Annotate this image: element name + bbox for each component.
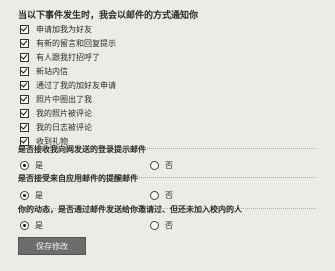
radio-yes[interactable]: 是	[20, 190, 43, 201]
notification-option-list: 申请加我为好友 有新的留言和回复提示 有人跟我打招呼了 新站内信 通过了我的加好…	[20, 22, 116, 148]
radio-group-login-email: 是 否	[18, 160, 318, 172]
option-label: 通过了我的加好友申请	[36, 80, 116, 90]
option-label: 有人跟我打招呼了	[36, 52, 100, 62]
checkbox[interactable]	[20, 38, 29, 48]
option-label: 照片中圈出了我	[36, 94, 92, 104]
radio-label: 否	[165, 191, 173, 200]
radio-button[interactable]	[20, 191, 29, 200]
radio-group-app-reminder-email: 是 否	[18, 190, 318, 202]
option-greeting[interactable]: 有人跟我打招呼了	[20, 50, 116, 64]
radio-label: 是	[35, 161, 43, 170]
option-new-message[interactable]: 新站内信	[20, 64, 116, 78]
option-photo-commented[interactable]: 我的照片被评论	[20, 106, 116, 120]
option-label: 有新的留言和回复提示	[36, 38, 116, 48]
checkbox[interactable]	[20, 80, 29, 90]
checkbox[interactable]	[20, 122, 29, 132]
radio-button[interactable]	[150, 221, 159, 230]
radio-label: 否	[165, 221, 173, 230]
option-friend-request[interactable]: 申请加我为好友	[20, 22, 116, 36]
checkbox[interactable]	[20, 66, 29, 76]
radio-label: 否	[165, 161, 173, 170]
radio-yes[interactable]: 是	[20, 160, 43, 171]
notification-settings-panel: 当以下事件发生时，我会以邮件的方式通知你 申请加我为好友 有新的留言和回复提示 …	[0, 0, 335, 271]
question-app-reminder-email: 是否接受来自应用邮件的提醒邮件	[18, 174, 138, 183]
question-activity-to-invitees: 你的动态，是否通过邮件发送给你邀请过、但还未加入校内的人	[18, 205, 242, 214]
option-label: 我的照片被评论	[36, 108, 92, 118]
checkbox[interactable]	[20, 52, 29, 62]
question-login-email: 是否接收我向网发送的登录提示邮件	[18, 145, 146, 154]
radio-no[interactable]: 否	[150, 220, 173, 231]
radio-label: 是	[35, 191, 43, 200]
notification-heading: 当以下事件发生时，我会以邮件的方式通知你	[18, 11, 199, 21]
checkbox[interactable]	[20, 94, 29, 104]
radio-yes[interactable]: 是	[20, 220, 43, 231]
checkbox[interactable]	[20, 108, 29, 118]
option-new-comment-reply[interactable]: 有新的留言和回复提示	[20, 36, 116, 50]
checkbox[interactable]	[20, 24, 29, 34]
option-label: 申请加我为好友	[36, 24, 92, 34]
option-label: 我的日志被评论	[36, 122, 92, 132]
radio-no[interactable]: 否	[150, 190, 173, 201]
option-label: 新站内信	[36, 66, 68, 76]
option-photo-tagged[interactable]: 照片中圈出了我	[20, 92, 116, 106]
radio-group-activity-to-invitees: 是 否	[18, 220, 318, 232]
radio-button[interactable]	[20, 221, 29, 230]
radio-no[interactable]: 否	[150, 160, 173, 171]
option-blog-commented[interactable]: 我的日志被评论	[20, 120, 116, 134]
radio-button[interactable]	[150, 161, 159, 170]
save-button[interactable]: 保存修改	[18, 237, 86, 255]
radio-button[interactable]	[150, 191, 159, 200]
option-friend-accepted[interactable]: 通过了我的加好友申请	[20, 78, 116, 92]
radio-button[interactable]	[20, 161, 29, 170]
radio-label: 是	[35, 221, 43, 230]
